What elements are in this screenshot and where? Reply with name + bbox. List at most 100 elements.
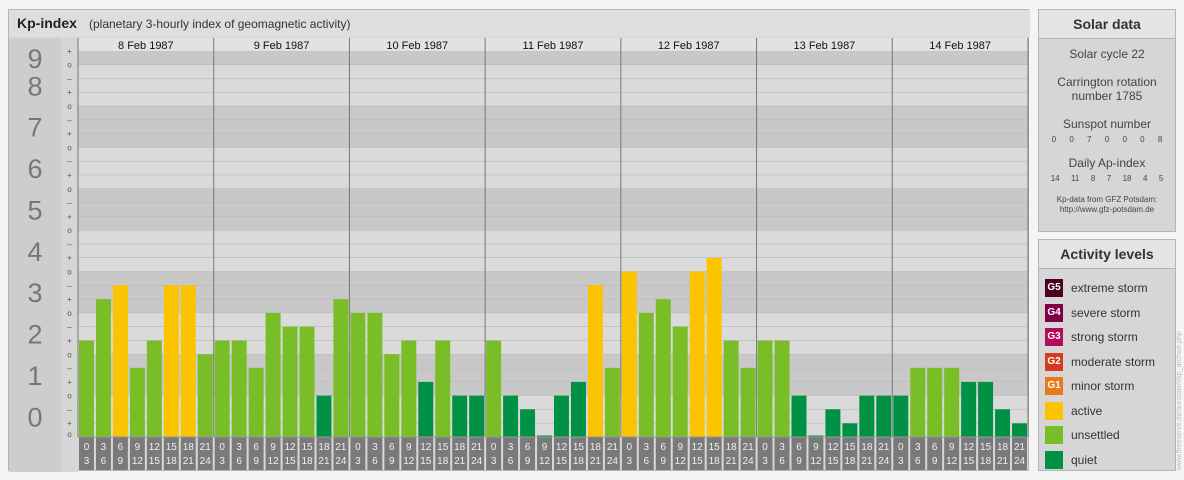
hour-end-2-7: 24 [471,456,483,467]
y-tick-label-5: 5 [27,195,42,225]
hour-start-2-3: 9 [406,442,412,453]
kp-bar-5-7 [876,395,892,437]
kp-bar-6-1 [910,367,926,437]
sub-tick-28: + [67,47,72,56]
hour-end-5-1: 6 [779,456,785,467]
kp-bar-5-5 [842,423,858,437]
sub-tick-9: o [67,309,72,318]
hour-start-2-7: 21 [471,442,483,453]
sub-tick-18: o [67,185,72,194]
kp-bar-1-4 [282,326,298,437]
hour-end-0-2: 9 [118,456,124,467]
hour-start-3-6: 18 [590,442,602,453]
sub-tick-22: + [67,130,72,139]
kp-bar-6-2 [927,367,943,437]
hour-start-1-4: 12 [284,442,296,453]
level-band-5 [78,188,1028,231]
kp-bar-2-2 [384,354,400,437]
kp-bar-6-0 [893,395,909,437]
hour-start-6-5: 15 [980,442,992,453]
day-label-4: 12 Feb 1987 [658,40,720,52]
kp-bar-4-5 [706,257,722,437]
kp-bar-2-3 [401,340,417,437]
legend-label: severe storm [1071,305,1141,320]
kp-bar-5-1 [774,340,790,437]
sub-tick-19: + [67,171,72,180]
kp-bar-2-0 [350,312,366,437]
hour-end-3-3: 12 [539,456,551,467]
sub-tick-8: – [67,323,72,332]
y-tick-label-8: 8 [27,71,42,101]
hour-start-6-4: 12 [963,442,975,453]
hour-start-1-1: 3 [236,442,242,453]
kp-bar-1-7 [333,299,349,437]
hour-start-0-3: 9 [135,442,141,453]
ap-value-6: 5 [1158,174,1164,183]
y-tick-label-1: 1 [27,361,42,391]
day-label-1: 9 Feb 1987 [254,40,310,52]
hour-end-4-2: 9 [660,456,666,467]
legend-item-minor-storm: G1 minor storm [1039,374,1175,399]
hour-start-2-0: 0 [355,442,361,453]
hour-end-1-2: 9 [253,456,259,467]
sunspot-value-4: 0 [1122,135,1127,144]
hour-end-3-6: 21 [590,456,602,467]
hour-start-5-5: 15 [844,442,856,453]
kp-chart-panel: Kp-index (planetary 3-hourly index of geo… [8,9,1030,472]
hour-start-4-2: 6 [660,442,666,453]
kp-bar-6-6 [995,409,1011,437]
kp-bar-1-0 [214,340,230,437]
hour-start-0-6: 18 [183,442,195,453]
kp-bar-0-7 [197,354,213,437]
hour-end-0-0: 3 [84,456,90,467]
kp-bar-1-2 [248,367,264,437]
hour-start-4-0: 0 [627,442,633,453]
kp-bar-5-2 [791,395,807,437]
hour-end-1-3: 12 [268,456,280,467]
sub-tick-15: o [67,226,72,235]
kp-bar-1-5 [299,326,315,437]
hour-end-3-4: 15 [556,456,568,467]
sub-tick-13: + [67,254,72,263]
kp-bar-4-0 [621,271,637,437]
legend-swatch: G2 [1045,352,1063,371]
hour-end-6-3: 12 [946,456,958,467]
hour-end-1-5: 18 [301,456,313,467]
hour-start-6-1: 3 [915,442,921,453]
level-band-8 [78,64,1028,107]
kp-bar-2-4 [418,381,434,437]
ap-value-0: 14 [1050,174,1060,183]
kp-bar-2-7 [469,395,485,437]
source-line-2: http://www.gfz-potsdam.de [1059,205,1155,214]
hour-end-2-6: 21 [454,456,466,467]
hour-end-0-1: 6 [101,456,107,467]
hour-start-4-4: 12 [692,442,704,453]
hour-start-5-0: 0 [762,442,768,453]
kp-bar-1-3 [265,312,281,437]
hour-end-4-1: 6 [644,456,650,467]
sub-tick-23: – [67,116,72,125]
hour-end-2-5: 18 [437,456,449,467]
sunspot-value-2: 7 [1087,135,1092,144]
chart-title: Kp-index [17,15,77,31]
hour-start-0-2: 6 [118,442,124,453]
legend-swatch [1045,426,1063,445]
hour-start-3-3: 9 [542,442,548,453]
level-band-4 [78,230,1028,272]
ap-values: 14 11 8 7 18 4 5 [1045,174,1169,183]
day-label-5: 13 Feb 1987 [794,40,856,52]
hour-end-1-7: 24 [335,456,347,467]
y-tick-label-4: 4 [27,237,42,267]
sunspot-values: 0 0 7 0 0 0 8 [1045,135,1169,144]
hour-end-5-7: 24 [878,456,890,467]
solar-data-panel: Solar data Solar cycle 22 Carrington rot… [1038,9,1176,232]
sunspot-value-3: 0 [1104,135,1110,144]
sunspot-value-5: 0 [1140,135,1145,144]
hour-end-5-5: 18 [844,456,856,467]
kp-bar-3-7 [604,367,620,437]
kp-bar-2-6 [452,395,468,437]
hour-end-4-7: 24 [743,456,755,467]
kp-chart: Kp-index (planetary 3-hourly index of geo… [9,10,1030,472]
sub-tick-11: – [67,281,72,290]
hour-end-5-6: 21 [861,456,873,467]
